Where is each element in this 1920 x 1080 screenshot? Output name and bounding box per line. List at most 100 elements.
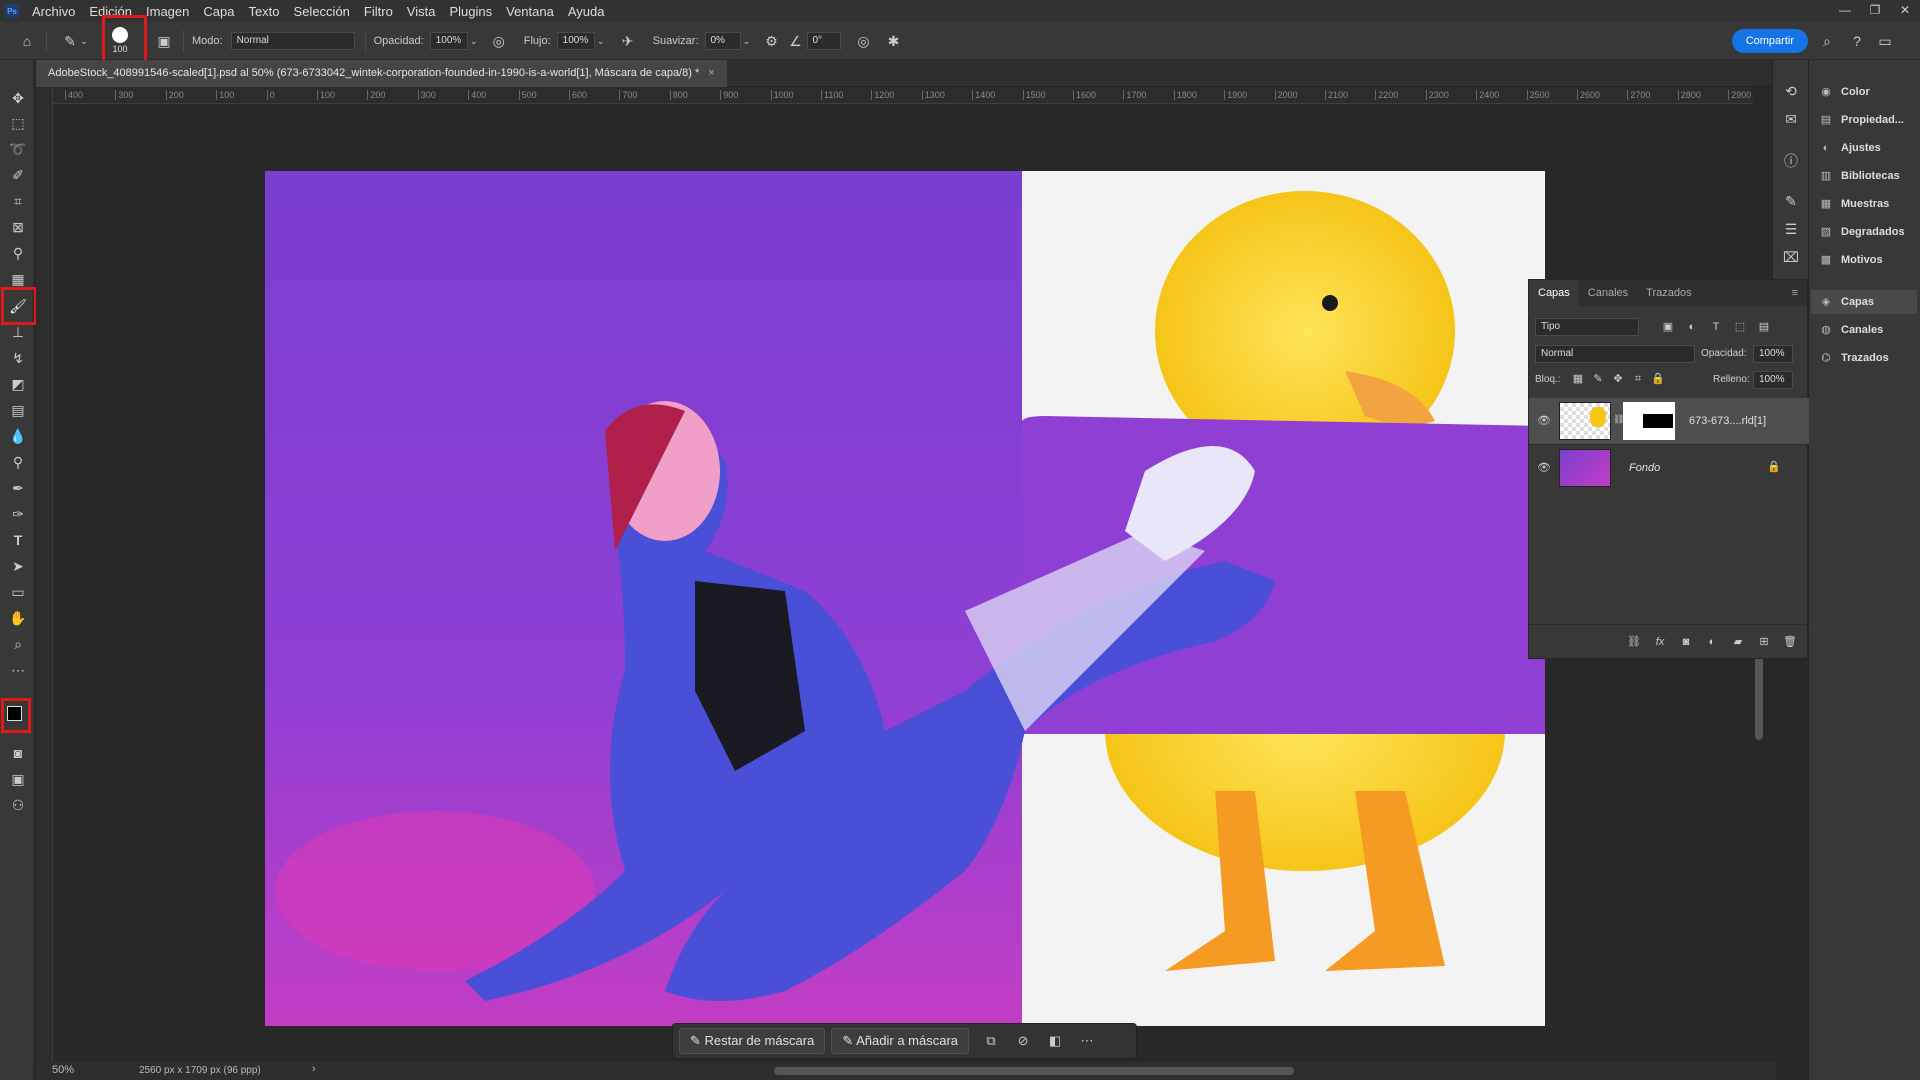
path-select-tool-icon[interactable]: ➤ bbox=[8, 556, 28, 576]
fx-icon[interactable]: fx bbox=[1651, 633, 1669, 651]
panel-menu-icon[interactable]: ≡ bbox=[1783, 280, 1807, 306]
menu-ayuda[interactable]: Ayuda bbox=[561, 4, 612, 19]
horizontal-scrollbar[interactable] bbox=[774, 1067, 1294, 1075]
dock-libraries[interactable]: ▥ Bibliotecas bbox=[1817, 164, 1917, 188]
crop-tool-icon[interactable]: ⌗ bbox=[8, 191, 28, 211]
layer-row[interactable]: 👁 ⛓ 673-673....rld[1] bbox=[1529, 398, 1809, 444]
home-icon[interactable]: ⌂ bbox=[18, 32, 36, 50]
help-icon[interactable]: ? bbox=[1848, 32, 1866, 50]
visibility-eye-icon[interactable]: 👁 bbox=[1535, 412, 1553, 430]
pressure-size-icon[interactable]: ◎ bbox=[855, 32, 873, 50]
hand-tool-icon[interactable]: ✋ bbox=[8, 608, 28, 628]
chevron-down-icon[interactable]: ⌄ bbox=[468, 32, 480, 50]
dock-layers[interactable]: ◈ Capas bbox=[1811, 290, 1917, 314]
menu-filtro[interactable]: Filtro bbox=[357, 4, 400, 19]
tab-canales[interactable]: Canales bbox=[1579, 280, 1637, 306]
filter-smart-icon[interactable]: ▤ bbox=[1755, 318, 1773, 336]
menu-seleccion[interactable]: Selección bbox=[287, 4, 357, 19]
gear-icon[interactable]: ⚙ bbox=[763, 32, 781, 50]
dock-swatches[interactable]: ▦ Muestras bbox=[1817, 192, 1917, 216]
healing-tool-icon[interactable]: ▦ bbox=[8, 269, 28, 289]
group-folder-icon[interactable]: ▰ bbox=[1729, 633, 1747, 651]
disable-mask-icon[interactable]: ⊘ bbox=[1007, 1033, 1039, 1049]
zoom-tool-icon[interactable]: ⌕ bbox=[8, 634, 28, 654]
filter-adjustment-icon[interactable]: ◐ bbox=[1683, 318, 1701, 336]
layer-mask-thumbnail[interactable] bbox=[1623, 402, 1675, 440]
chevron-right-icon[interactable]: › bbox=[312, 1063, 316, 1075]
visibility-eye-icon[interactable]: 👁 bbox=[1535, 459, 1553, 477]
menu-texto[interactable]: Texto bbox=[241, 4, 286, 19]
link-layers-icon[interactable]: ⛓ bbox=[1625, 633, 1643, 651]
symmetry-icon[interactable]: ✱ bbox=[885, 32, 903, 50]
layer-opacity-input[interactable]: 100% bbox=[1753, 345, 1793, 363]
brush-settings-icon[interactable]: ✎ bbox=[1782, 192, 1800, 210]
new-layer-icon[interactable]: ⊞ bbox=[1755, 633, 1773, 651]
dodge-tool-icon[interactable]: ⚲ bbox=[8, 452, 28, 472]
marquee-tool-icon[interactable]: ⬚ bbox=[8, 113, 28, 133]
lock-pixels-icon[interactable]: ✎ bbox=[1589, 370, 1607, 388]
clone-source-icon[interactable]: ⌧ bbox=[1782, 248, 1800, 266]
layer-thumbnail[interactable] bbox=[1559, 449, 1611, 487]
invert-mask-icon[interactable]: ◧ bbox=[1039, 1033, 1071, 1049]
menu-archivo[interactable]: Archivo bbox=[25, 4, 82, 19]
adjust-sliders-icon[interactable]: ☰ bbox=[1782, 220, 1800, 238]
adjustment-layer-icon[interactable]: ◐ bbox=[1703, 633, 1721, 651]
mode-select[interactable]: Normal bbox=[230, 31, 355, 50]
quick-mask-icon[interactable]: ◙ bbox=[8, 743, 28, 763]
menu-ventana[interactable]: Ventana bbox=[499, 4, 561, 19]
frame-tool-icon[interactable]: ⊠ bbox=[8, 217, 28, 237]
screen-mode-icon[interactable]: ▣ bbox=[8, 769, 28, 789]
clone-stamp-tool-icon[interactable]: ⊥ bbox=[8, 322, 28, 342]
tab-trazados[interactable]: Trazados bbox=[1637, 280, 1700, 306]
quick-select-tool-icon[interactable]: ✐ bbox=[8, 165, 28, 185]
type-tool-icon[interactable]: T bbox=[8, 530, 28, 550]
add-mask-button[interactable]: ✎ Añadir a máscara bbox=[831, 1028, 970, 1054]
lasso-tool-icon[interactable]: ➰ bbox=[8, 139, 28, 159]
chevron-down-icon[interactable]: ⌄ bbox=[79, 32, 89, 50]
fill-input[interactable]: 100% bbox=[1753, 371, 1793, 389]
lock-artboard-icon[interactable]: ⌗ bbox=[1629, 370, 1647, 388]
brush-settings-icon[interactable]: ▣ bbox=[155, 32, 173, 50]
share-button[interactable]: Compartir bbox=[1731, 29, 1808, 53]
rectangle-tool-icon[interactable]: ▭ bbox=[8, 582, 28, 602]
subtract-mask-button[interactable]: ✎ Restar de máscara bbox=[679, 1028, 826, 1054]
history-icon[interactable]: ⟲ bbox=[1782, 82, 1800, 100]
lock-transparent-icon[interactable]: ▦ bbox=[1569, 370, 1587, 388]
menu-imagen[interactable]: Imagen bbox=[139, 4, 196, 19]
filter-pixel-icon[interactable]: ▣ bbox=[1659, 318, 1677, 336]
add-mask-icon[interactable]: ◙ bbox=[1677, 633, 1695, 651]
layer-name[interactable]: 673-673....rld[1] bbox=[1689, 415, 1766, 427]
document-tab[interactable]: AdobeStock_408991546-scaled[1].psd al 50… bbox=[36, 60, 727, 87]
menu-plugins[interactable]: Plugins bbox=[442, 4, 499, 19]
chevron-down-icon[interactable]: ⌄ bbox=[595, 32, 607, 50]
dock-properties[interactable]: ▤ Propiedad... bbox=[1817, 108, 1917, 132]
filter-shape-icon[interactable]: ⬚ bbox=[1731, 318, 1749, 336]
menu-capa[interactable]: Capa bbox=[196, 4, 241, 19]
dock-adjustments[interactable]: ◐ Ajustes bbox=[1817, 136, 1917, 160]
gradient-tool-icon[interactable]: ▤ bbox=[8, 400, 28, 420]
dock-gradients[interactable]: ▧ Degradados bbox=[1817, 220, 1917, 244]
generative-icon[interactable]: ⚇ bbox=[8, 795, 28, 815]
more-tools-icon[interactable]: ⋯ bbox=[8, 660, 28, 680]
info-icon[interactable]: ⓘ bbox=[1782, 152, 1800, 170]
pen-tool-icon[interactable]: ✒ bbox=[8, 478, 28, 498]
layer-thumbnail[interactable] bbox=[1559, 402, 1611, 440]
pressure-opacity-icon[interactable]: ◎ bbox=[490, 32, 508, 50]
filter-type-icon[interactable]: T bbox=[1707, 318, 1725, 336]
blur-tool-icon[interactable]: 💧 bbox=[8, 426, 28, 446]
airbrush-icon[interactable]: ✈ bbox=[619, 32, 637, 50]
layer-filter-select[interactable]: Tipo bbox=[1535, 318, 1639, 336]
lock-position-icon[interactable]: ✥ bbox=[1609, 370, 1627, 388]
chevron-down-icon[interactable]: ⌄ bbox=[741, 32, 753, 50]
tab-capas[interactable]: Capas bbox=[1529, 280, 1579, 306]
delete-layer-icon[interactable]: 🗑 bbox=[1781, 633, 1799, 651]
menu-vista[interactable]: Vista bbox=[400, 4, 443, 19]
flow-input[interactable]: 100% bbox=[556, 31, 595, 50]
search-icon[interactable]: ⌕ bbox=[1818, 32, 1836, 50]
dock-patterns[interactable]: ▩ Motivos bbox=[1817, 248, 1917, 272]
history-brush-tool-icon[interactable]: ↯ bbox=[8, 348, 28, 368]
lock-all-icon[interactable]: 🔒 bbox=[1649, 370, 1667, 388]
zoom-level[interactable]: 50% bbox=[52, 1064, 74, 1076]
dock-paths[interactable]: ⌬ Trazados bbox=[1817, 346, 1917, 370]
mask-action-icon[interactable]: ⧉ bbox=[975, 1033, 1007, 1049]
